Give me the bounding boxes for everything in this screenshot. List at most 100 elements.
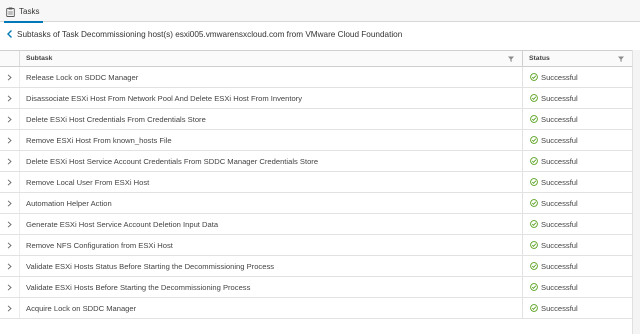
success-check-icon (530, 220, 538, 228)
row-expander[interactable] (0, 88, 20, 108)
chevron-right-icon (7, 199, 12, 207)
status-badge: Successful (541, 261, 578, 271)
status-column-header[interactable]: Status (523, 51, 632, 66)
row-expander[interactable] (0, 256, 20, 276)
success-check-icon (530, 157, 538, 165)
success-check-icon (530, 115, 538, 123)
tab-tasks[interactable]: Tasks (3, 3, 44, 23)
chevron-right-icon (7, 241, 12, 249)
chevron-right-icon (7, 304, 12, 312)
row-expander[interactable] (0, 151, 20, 171)
success-check-icon (530, 199, 538, 207)
status-badge: Successful (541, 177, 578, 187)
status-badge: Successful (541, 135, 578, 145)
status-badge: Successful (541, 114, 578, 124)
status-column-label: Status (529, 55, 550, 62)
status-badge: Successful (541, 282, 578, 292)
chevron-right-icon (7, 220, 12, 228)
status-badge: Successful (541, 240, 578, 250)
status-badge: Successful (541, 72, 578, 82)
status-badge: Successful (541, 93, 578, 103)
row-expander[interactable] (0, 277, 20, 297)
status-cell: Successful (523, 130, 632, 150)
success-check-icon (530, 94, 538, 102)
chevron-right-icon (7, 115, 12, 123)
table-row[interactable]: Delete ESXi Host Credentials From Creden… (0, 109, 632, 130)
page-title: Subtasks of Task Decommissioning host(s)… (17, 29, 403, 39)
row-expander[interactable] (0, 214, 20, 234)
table-row[interactable]: Delete ESXi Host Service Account Credent… (0, 151, 632, 172)
table-row[interactable]: Remove ESXi Host From known_hosts File Su… (0, 130, 632, 151)
subtask-name: Remove ESXi Host From known_hosts File (20, 130, 523, 150)
chevron-right-icon (7, 136, 12, 144)
subtask-name: Disassociate ESXi Host From Network Pool… (20, 88, 523, 108)
row-expander[interactable] (0, 235, 20, 255)
status-badge: Successful (541, 219, 578, 229)
subtasks-datagrid: Subtask Status Release Lock on SDDC Mana… (0, 50, 632, 319)
status-cell: Successful (523, 214, 632, 234)
status-cell: Successful (523, 256, 632, 276)
chevron-left-icon[interactable] (6, 29, 14, 39)
subtask-name: Acquire Lock on SDDC Manager (20, 298, 523, 318)
status-badge: Successful (541, 303, 578, 313)
clipboard-icon (6, 7, 15, 17)
status-cell: Successful (523, 151, 632, 171)
subtask-name: Validate ESXi Hosts Status Before Starti… (20, 256, 523, 276)
subtask-name: Generate ESXi Host Service Account Delet… (20, 214, 523, 234)
filter-icon[interactable] (508, 56, 514, 62)
row-expander[interactable] (0, 130, 20, 150)
row-expander[interactable] (0, 172, 20, 192)
filter-icon[interactable] (618, 56, 624, 62)
status-cell: Successful (523, 298, 632, 318)
table-row[interactable]: Acquire Lock on SDDC Manager Successful (0, 298, 632, 319)
table-row[interactable]: Automation Helper Action Successful (0, 193, 632, 214)
top-bar: Tasks (0, 0, 640, 23)
subtask-column-label: Subtask (26, 55, 53, 62)
success-check-icon (530, 304, 538, 312)
table-row[interactable]: Validate ESXi Hosts Status Before Starti… (0, 256, 632, 277)
row-expander[interactable] (0, 67, 20, 87)
expander-column-header (0, 51, 20, 66)
chevron-right-icon (7, 94, 12, 102)
subtask-column-header[interactable]: Subtask (20, 51, 523, 66)
table-row[interactable]: Remove Local User From ESXi Host Successf… (0, 172, 632, 193)
subtask-name: Remove Local User From ESXi Host (20, 172, 523, 192)
table-row[interactable]: Validate ESXi Hosts Before Starting the … (0, 277, 632, 298)
status-cell: Successful (523, 277, 632, 297)
subtask-name: Release Lock on SDDC Manager (20, 67, 523, 87)
chevron-right-icon (7, 73, 12, 81)
success-check-icon (530, 178, 538, 186)
success-check-icon (530, 73, 538, 81)
chevron-right-icon (7, 178, 12, 186)
subtask-name: Delete ESXi Host Credentials From Creden… (20, 109, 523, 129)
success-check-icon (530, 241, 538, 249)
row-expander[interactable] (0, 193, 20, 213)
chevron-right-icon (7, 262, 12, 270)
subtask-name: Remove NFS Configuration from ESXi Host (20, 235, 523, 255)
success-check-icon (530, 262, 538, 270)
datagrid-header: Subtask Status (0, 51, 632, 67)
datagrid-body: Release Lock on SDDC Manager Successful Di… (0, 67, 632, 319)
status-cell: Successful (523, 67, 632, 87)
table-row[interactable]: Disassociate ESXi Host From Network Pool… (0, 88, 632, 109)
success-check-icon (530, 136, 538, 144)
subtasks-header: Subtasks of Task Decommissioning host(s)… (0, 22, 640, 46)
row-expander[interactable] (0, 298, 20, 318)
subtask-name: Delete ESXi Host Service Account Credent… (20, 151, 523, 171)
table-row[interactable]: Release Lock on SDDC Manager Successful (0, 67, 632, 88)
status-cell: Successful (523, 88, 632, 108)
success-check-icon (530, 283, 538, 291)
scrollbar[interactable] (632, 50, 640, 334)
status-cell: Successful (523, 193, 632, 213)
chevron-right-icon (7, 283, 12, 291)
tab-tasks-label: Tasks (19, 7, 40, 16)
status-cell: Successful (523, 109, 632, 129)
status-badge: Successful (541, 156, 578, 166)
status-badge: Successful (541, 198, 578, 208)
table-row[interactable]: Generate ESXi Host Service Account Delet… (0, 214, 632, 235)
table-row[interactable]: Remove NFS Configuration from ESXi Host S… (0, 235, 632, 256)
status-cell: Successful (523, 235, 632, 255)
row-expander[interactable] (0, 109, 20, 129)
status-cell: Successful (523, 172, 632, 192)
subtask-name: Automation Helper Action (20, 193, 523, 213)
